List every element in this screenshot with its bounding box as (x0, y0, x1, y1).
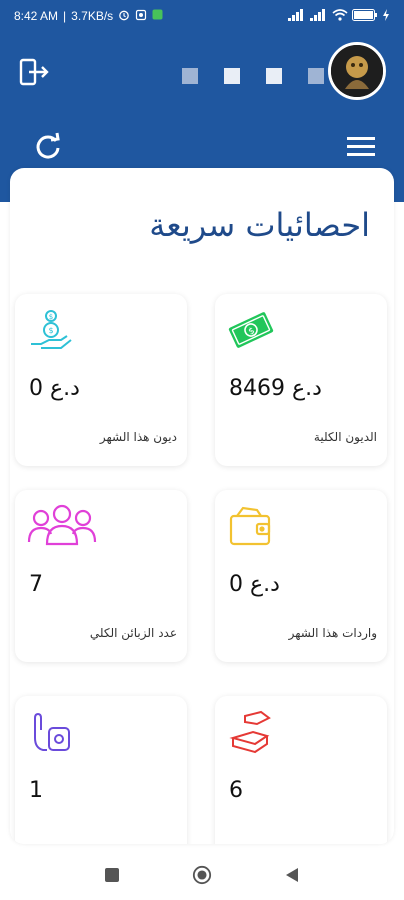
wifi-icon (332, 8, 348, 24)
stat-label: واردات هذا الشهر (288, 626, 377, 640)
system-nav-bar (0, 850, 404, 900)
stat-value: 7 (29, 572, 43, 597)
logout-icon[interactable] (18, 56, 50, 88)
avatar[interactable] (328, 42, 386, 100)
payment-hand-icon (227, 708, 275, 756)
status-separator: | (63, 9, 67, 23)
status-right (288, 8, 390, 24)
signal-icon-2 (310, 8, 328, 24)
money-bill-icon: $ (227, 306, 275, 354)
notification-icon (135, 9, 147, 24)
page-indicator (182, 68, 324, 84)
stat-card-total-debts[interactable]: $ 8469 د.ع الديون الكلية (215, 294, 387, 466)
status-bar: 8:42 AM | 3.7KB/s (0, 0, 404, 32)
stat-value: 0 د.ع (29, 376, 80, 401)
app-notification-icon (152, 9, 163, 23)
stat-card-payments[interactable]: 6 (215, 696, 387, 844)
stat-card-month-debts[interactable]: $ $ 0 د.ع ديون هذا الشهر (15, 294, 187, 466)
svg-text:$: $ (49, 313, 53, 321)
page-dot (224, 68, 240, 84)
alarm-icon (118, 9, 130, 24)
battery-icon (352, 8, 378, 24)
recent-apps-button[interactable] (102, 865, 122, 885)
stat-card-month-income[interactable]: 0 د.ع واردات هذا الشهر (215, 490, 387, 662)
stat-value: 8469 د.ع (229, 376, 322, 401)
wallet-icon (227, 502, 275, 550)
page-title: احصائيات سريعة (149, 206, 370, 244)
stat-value: 1 (29, 778, 43, 803)
status-time: 8:42 AM (14, 9, 59, 23)
back-button[interactable] (282, 865, 302, 885)
stat-label: ديون هذا الشهر (99, 430, 177, 444)
stat-card-blocked[interactable]: 1 (15, 696, 187, 844)
stats-panel: احصائيات سريعة $ 8469 د.ع الديون الكلية … (10, 168, 394, 844)
hamburger-menu-icon[interactable] (345, 134, 377, 160)
home-button[interactable] (192, 865, 212, 885)
refresh-icon[interactable] (34, 132, 62, 160)
stat-value: 0 د.ع (229, 572, 280, 597)
stat-card-customers[interactable]: 7 عدد الزبائن الكلي (15, 490, 187, 662)
page-dot (308, 68, 324, 84)
status-left: 8:42 AM | 3.7KB/s (14, 9, 163, 24)
page-dot (182, 68, 198, 84)
stat-label: عدد الزبائن الكلي (89, 626, 177, 640)
users-icon (27, 502, 97, 550)
signal-icon-1 (288, 8, 306, 24)
stat-label: الديون الكلية (313, 430, 377, 444)
stop-hand-icon (27, 708, 75, 756)
svg-text:$: $ (48, 326, 53, 335)
status-speed: 3.7KB/s (71, 9, 114, 23)
page-dot (266, 68, 282, 84)
money-hand-icon: $ $ (27, 306, 75, 354)
stat-value: 6 (229, 778, 243, 803)
charging-icon (382, 8, 390, 24)
